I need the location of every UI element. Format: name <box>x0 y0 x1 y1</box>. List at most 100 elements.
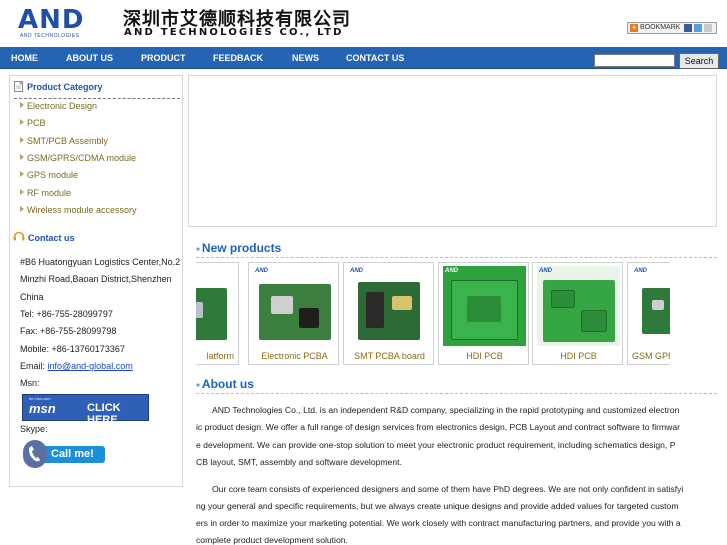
product-image: AND <box>537 266 620 346</box>
about-line: AND Technologies Co., Ltd. is an indepen… <box>212 405 680 415</box>
about-line: ers in order to maximize your marketing … <box>196 518 681 528</box>
sidebar-item-gps-module[interactable]: GPS module <box>20 170 78 180</box>
nav-about-us[interactable]: ABOUT US <box>66 47 113 69</box>
sidebar-item-smt-pcb-assembly[interactable]: SMT/PCB Assembly <box>20 136 108 146</box>
product-card[interactable]: AND GSM GPR <box>627 262 670 365</box>
page: AND AND TECHNOLOGIES 深圳市艾德顺科技有限公司 AND TE… <box>0 0 727 545</box>
msn-click-here-button[interactable]: im.msn.com msn CLICK HERE <box>22 394 149 426</box>
about-line: ic product design. We offer a full range… <box>196 422 681 432</box>
email-line: Email: info@and-global.com <box>20 361 133 371</box>
address-line-3: China <box>20 292 44 302</box>
product-image: AND <box>632 266 670 346</box>
product-image <box>196 266 236 346</box>
search-button[interactable]: Search <box>679 53 719 69</box>
thumb-logo: AND <box>634 268 647 274</box>
email-label: Email: <box>20 361 48 371</box>
thumb-logo: AND <box>539 268 552 274</box>
divider <box>14 98 180 99</box>
nav-product[interactable]: PRODUCT <box>141 47 186 69</box>
bullet-arrow-icon <box>20 189 24 195</box>
bullet-arrow-icon <box>20 137 24 143</box>
thumb-logo: AND <box>255 268 268 274</box>
nav-feedback[interactable]: FEEDBACK <box>213 47 263 69</box>
sidebar-item-rf-module[interactable]: RF module <box>20 188 71 198</box>
logo-text: AND <box>18 5 85 35</box>
product-card[interactable]: AND HDI PCB <box>438 262 529 365</box>
product-caption: SMT PCBA board <box>354 351 425 361</box>
facebook-icon[interactable] <box>684 24 692 32</box>
skype-call-label: Call me! <box>37 446 105 463</box>
more-share-icon[interactable] <box>704 24 712 32</box>
plus-icon: + <box>630 23 638 32</box>
product-card[interactable]: AND SMT PCBA board <box>343 262 434 365</box>
sidebar-item-wireless-accessory[interactable]: Wireless module accessory <box>20 205 137 215</box>
site-header: AND AND TECHNOLOGIES 深圳市艾德顺科技有限公司 AND TE… <box>0 0 727 46</box>
new-products-heading: » New products <box>196 241 281 255</box>
product-card[interactable]: AND Electronic PCBA <box>248 262 339 365</box>
mobile: Mobile: +86-13760173367 <box>20 344 125 354</box>
about-us-title: About us <box>201 377 254 391</box>
product-caption: Electronic PCBA <box>261 351 328 361</box>
nav-contact-us[interactable]: CONTACT US <box>346 47 404 69</box>
about-us-heading: » About us <box>196 377 254 391</box>
bookmark-label: BOOKMARK <box>640 24 681 31</box>
sidebar-item-gsm-gprs-cdma[interactable]: GSM/GPRS/CDMA module <box>20 153 136 163</box>
product-card[interactable]: AND HDI PCB <box>532 262 623 365</box>
msn-label: Msn: <box>20 378 40 388</box>
bullet-arrow-icon <box>20 206 24 212</box>
sidebar-item-electronic-design[interactable]: Electronic Design <box>20 101 97 111</box>
search-input[interactable] <box>594 54 675 67</box>
sidebar-item-label: GSM/GPRS/CDMA module <box>27 153 137 163</box>
about-line: complete product development solution. <box>196 535 348 545</box>
double-chevron-icon: » <box>196 246 200 253</box>
telephone: Tel: +86-755-28099797 <box>20 309 113 319</box>
sidebar: Product Category Electronic Design PCB S… <box>9 75 183 487</box>
product-caption: latform <box>206 351 234 361</box>
bullet-arrow-icon <box>20 154 24 160</box>
bullet-arrow-icon <box>20 171 24 177</box>
double-chevron-icon: » <box>196 382 200 389</box>
product-card[interactable]: latform <box>196 262 239 365</box>
sidebar-item-label: Wireless module accessory <box>27 205 137 215</box>
about-line: Our core team consists of experienced de… <box>212 484 684 494</box>
product-image: AND <box>443 266 526 346</box>
sidebar-item-label: RF module <box>27 188 72 198</box>
twitter-icon[interactable] <box>694 24 702 32</box>
about-line: CB layout, SMT, assembly and software de… <box>196 457 402 467</box>
product-category-title: Product Category <box>27 82 103 92</box>
sidebar-item-label: Electronic Design <box>27 101 98 111</box>
company-logo[interactable]: AND AND TECHNOLOGIES <box>18 6 102 40</box>
about-line: e development. We can provide one-stop s… <box>196 440 676 450</box>
sidebar-item-label: SMT/PCB Assembly <box>27 136 109 146</box>
bookmark-button[interactable]: + BOOKMARK <box>627 22 717 34</box>
section-divider <box>196 393 717 394</box>
company-name-english: AND TECHNOLOGIES CO., LTD <box>124 27 344 38</box>
product-image: AND <box>348 266 431 346</box>
thumb-logo: AND <box>445 268 458 274</box>
about-line: ng your general and specific requirement… <box>196 501 679 511</box>
nav-home[interactable]: HOME <box>11 47 38 69</box>
bullet-arrow-icon <box>20 119 24 125</box>
sidebar-item-pcb[interactable]: PCB <box>20 118 46 128</box>
section-divider <box>196 257 717 258</box>
address-line-2: Minzhi Road,Baoan District,Shenzhen <box>20 274 172 284</box>
thumb-logo: AND <box>350 268 363 274</box>
msn-logo: msn <box>29 401 56 416</box>
fax: Fax: +86-755-28099798 <box>20 326 117 336</box>
bullet-arrow-icon <box>20 102 24 108</box>
phone-icon <box>23 440 47 468</box>
sidebar-item-label: GPS module <box>27 170 79 180</box>
msn-badge-label: CLICK HERE <box>87 402 121 426</box>
sidebar-item-label: PCB <box>27 118 46 128</box>
document-icon <box>14 81 24 92</box>
product-image: AND <box>253 266 336 346</box>
nav-news[interactable]: NEWS <box>292 47 319 69</box>
email-link[interactable]: info@and-global.com <box>48 361 133 371</box>
skype-call-button[interactable]: Call me! <box>23 440 105 468</box>
contact-us-title: Contact us <box>28 233 75 243</box>
product-caption: HDI PCB <box>560 351 597 361</box>
logo-subtext: AND TECHNOLOGIES <box>20 33 80 39</box>
banner-area <box>188 75 717 227</box>
product-caption: GSM GPR <box>632 351 670 361</box>
new-products-title: New products <box>201 241 282 255</box>
